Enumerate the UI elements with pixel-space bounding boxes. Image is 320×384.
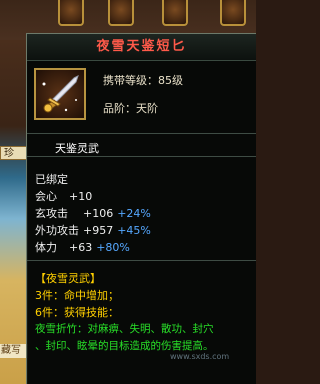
stat-label: 会心	[35, 190, 57, 203]
set-bonus-6: 6件：获得技能：	[35, 306, 119, 319]
stat-base: +10	[69, 190, 93, 203]
stat-base: +63	[69, 241, 93, 254]
skill-description: 夜雪折竹：对麻痹、失明、散功、封穴	[35, 323, 214, 335]
item-icon	[34, 68, 86, 120]
watermark: www.sxds.com	[170, 352, 230, 361]
stat-row: 外功攻击 +957 +45%	[35, 222, 151, 238]
set-bonus-3: 3件：命中增加；	[35, 289, 119, 302]
item-tooltip: 夜雪天鉴短匕 携带等级：85级 品阶：天阶 天鉴灵武 已绑定 会心 +10 玄攻击…	[26, 33, 256, 384]
stat-label: 体力	[35, 241, 57, 254]
stat-base: +957	[83, 224, 114, 237]
inventory-slot[interactable]	[162, 0, 188, 26]
inventory-slot[interactable]	[58, 0, 84, 26]
divider	[27, 260, 256, 261]
stat-bonus: +80%	[96, 241, 130, 254]
item-title: 夜雪天鉴短匕	[27, 34, 256, 61]
stat-label: 玄攻击	[35, 207, 68, 220]
dagger-icon	[42, 75, 79, 113]
inventory-slot[interactable]	[220, 0, 246, 26]
stat-label: 外功攻击	[35, 224, 79, 237]
inventory-slot[interactable]	[108, 0, 134, 26]
stat-bonus: +45%	[117, 224, 151, 237]
stat-row: 玄攻击 +106 +24%	[35, 205, 151, 221]
skill-description: 、封印、眩晕的目标造成的伤害提高。	[35, 340, 214, 352]
item-grade: 品阶：天阶	[103, 102, 158, 115]
item-subtitle: 天鉴灵武	[55, 142, 99, 155]
background-scene	[0, 40, 28, 384]
side-tab[interactable]: 珍	[0, 146, 28, 160]
bound-status: 已绑定	[35, 173, 68, 186]
carry-level: 携带等级：85级	[103, 74, 183, 87]
stat-bonus: +24%	[117, 207, 151, 220]
stat-row: 体力 +63 +80%	[35, 239, 130, 255]
background-hint: 藏写	[0, 344, 28, 358]
stat-row: 会心 +10	[35, 188, 92, 204]
stat-base: +106	[83, 207, 114, 220]
divider	[27, 133, 256, 134]
divider	[27, 156, 256, 157]
set-name: 【夜雪灵武】	[35, 272, 101, 285]
